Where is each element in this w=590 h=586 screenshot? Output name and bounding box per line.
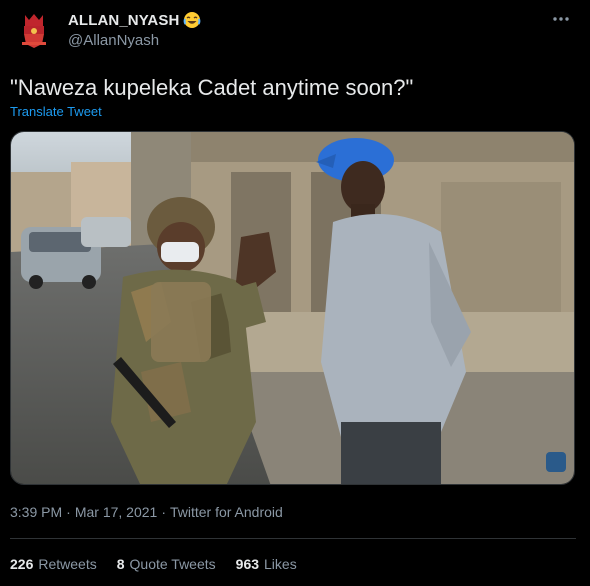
meta-separator: · [161,504,166,520]
tears-of-joy-emoji-icon [183,11,201,29]
retweets-count: 226 [10,556,34,572]
translate-tweet-link[interactable]: Translate Tweet [10,104,102,119]
more-options-button[interactable] [548,10,574,28]
likes-label: Likes [264,556,297,572]
likes-count: 963 [235,556,260,572]
divider [10,538,576,539]
meta-separator: · [66,504,71,520]
tweet-time[interactable]: 3:39 PM [10,504,62,520]
author-info: ALLAN_NYASH @AllanNyash [68,10,201,49]
tweet-media-photo[interactable] [10,131,575,485]
tweet-meta: 3:39 PM · Mar 17, 2021 · Twitter for And… [10,504,283,520]
more-dots-icon [553,17,569,21]
tweet-source: Twitter for Android [169,504,283,520]
user-handle[interactable]: @AllanNyash [68,32,201,49]
quote-tweets-count: 8 [116,556,125,572]
quote-tweets-label: Quote Tweets [129,556,216,572]
red-crest-avatar-icon [10,6,58,54]
display-name[interactable]: ALLAN_NYASH [68,12,179,29]
tweet-date[interactable]: Mar 17, 2021 [75,504,158,520]
quote-tweets-stat[interactable]: 8 Quote Tweets [117,556,216,572]
avatar[interactable] [10,6,58,54]
photo-soldier-and-man-icon [11,132,574,484]
retweets-label: Retweets [38,556,97,572]
retweets-stat[interactable]: 226 Retweets [10,556,97,572]
likes-stat[interactable]: 963 Likes [236,556,297,572]
tweet-stats: 226 Retweets 8 Quote Tweets 963 Likes [10,556,297,572]
tweet-container: ALLAN_NYASH @AllanNyash "Naweza kupeleka… [0,0,590,586]
tweet-text: "Naweza kupeleka Cadet anytime soon?" [10,75,414,100]
